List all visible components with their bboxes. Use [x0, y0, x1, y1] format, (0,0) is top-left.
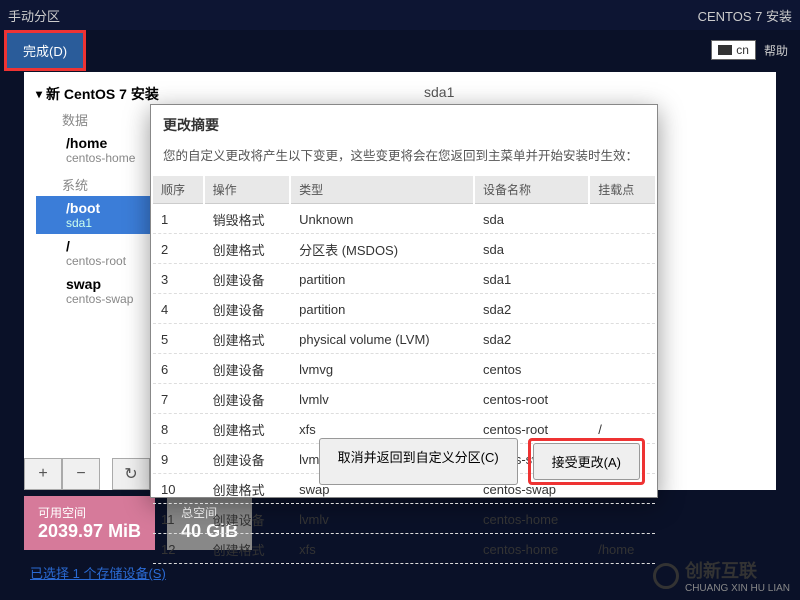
table-row[interactable]: 5创建格式physical volume (LVM)sda2 — [153, 326, 655, 354]
table-row[interactable]: 12创建格式xfscentos-home/home — [153, 536, 655, 564]
device-name: sda1 — [424, 84, 764, 100]
accept-button[interactable]: 接受更改(A) — [533, 443, 640, 480]
header-title-left: 手动分区 — [8, 6, 60, 25]
chevron-down-icon: ▾ — [36, 87, 42, 101]
brand-logo-icon — [653, 563, 679, 589]
header-bar: 手动分区 CENTOS 7 安装 — [0, 0, 800, 30]
col-device[interactable]: 设备名称 — [475, 176, 588, 204]
table-row[interactable]: 1销毁格式Unknownsda — [153, 206, 655, 234]
cancel-button[interactable]: 取消并返回到自定义分区(C) — [319, 438, 518, 485]
table-row[interactable]: 4创建设备partitionsda2 — [153, 296, 655, 324]
tree-root[interactable]: ▾新 CentOS 7 安装 — [36, 84, 376, 104]
col-type[interactable]: 类型 — [291, 176, 473, 204]
col-op[interactable]: 操作 — [205, 176, 289, 204]
keyboard-icon — [718, 45, 732, 55]
done-button[interactable]: 完成(D) — [4, 30, 86, 71]
change-summary-dialog: 更改摘要 您的自定义更改将产生以下变更，这些变更将会在您返回到主菜单并开始安装时… — [150, 104, 658, 498]
table-row[interactable]: 11创建设备lvmlvcentos-home — [153, 506, 655, 534]
dialog-title: 更改摘要 — [151, 105, 657, 145]
help-button[interactable]: 帮助 — [764, 42, 788, 59]
changes-table: 顺序 操作 类型 设备名称 挂载点 1销毁格式Unknownsda2创建格式分区… — [151, 174, 657, 566]
col-order[interactable]: 顺序 — [153, 176, 203, 204]
table-row[interactable]: 2创建格式分区表 (MSDOS)sda — [153, 236, 655, 264]
add-button[interactable]: + — [24, 458, 62, 490]
storage-devices-link[interactable]: 已选择 1 个存储设备(S) — [30, 563, 166, 582]
reload-button[interactable]: ↻ — [112, 458, 150, 490]
remove-button[interactable]: − — [62, 458, 100, 490]
dialog-description: 您的自定义更改将产生以下变更，这些变更将会在您返回到主菜单并开始安装时生效： — [151, 145, 657, 174]
table-row[interactable]: 6创建设备lvmvgcentos — [153, 356, 655, 384]
table-row[interactable]: 7创建设备lvmlvcentos-root — [153, 386, 655, 414]
watermark: 创新互联 CHUANG XIN HU LIAN — [653, 557, 790, 594]
header-title-right: CENTOS 7 安装 — [698, 6, 792, 25]
language-selector[interactable]: cn — [711, 40, 756, 60]
available-space: 可用空间 2039.97 MiB — [24, 496, 155, 550]
col-mount[interactable]: 挂载点 — [590, 176, 655, 204]
table-row[interactable]: 3创建设备partitionsda1 — [153, 266, 655, 294]
toolbar: + − ↻ — [24, 458, 150, 490]
